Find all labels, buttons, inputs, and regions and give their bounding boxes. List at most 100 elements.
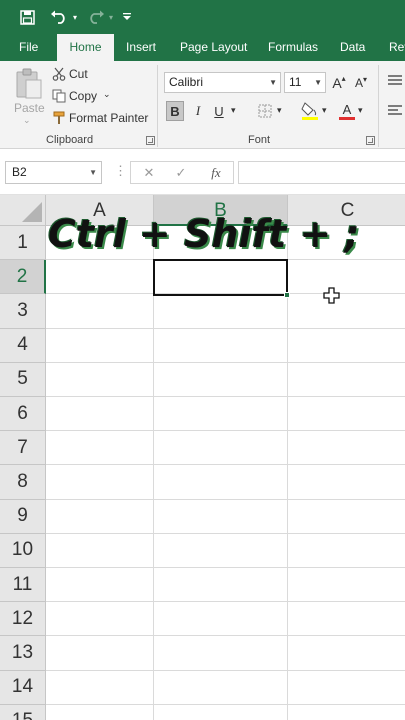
row-header-13[interactable]: 13 — [0, 636, 46, 671]
row-header-7[interactable]: 7 — [0, 431, 46, 466]
row-header-9[interactable]: 9 — [0, 499, 46, 534]
cell-b5[interactable] — [154, 362, 288, 397]
font-family-select[interactable]: Calibri ▼ — [164, 72, 281, 93]
row-header-12[interactable]: 12 — [0, 602, 46, 637]
cell-c9[interactable] — [288, 500, 405, 534]
cell-a3[interactable] — [46, 294, 154, 329]
cell-b3[interactable] — [154, 294, 288, 329]
tab-insert[interactable]: Insert — [126, 34, 156, 61]
row-header-10[interactable]: 10 — [0, 533, 46, 568]
row-header-2[interactable]: 2 — [0, 260, 46, 295]
row-header-15[interactable]: 15 — [0, 704, 46, 720]
name-box[interactable]: B2 ▼ — [5, 161, 102, 184]
grow-font-button[interactable]: A ▴ — [330, 72, 348, 93]
cancel-icon[interactable]: ✕ — [136, 162, 162, 183]
cell-b6[interactable] — [154, 397, 288, 432]
cell-b13[interactable] — [154, 636, 288, 671]
row-header-3[interactable]: 3 — [0, 294, 46, 329]
bold-button[interactable]: B — [166, 101, 184, 121]
cell-a4[interactable] — [46, 328, 154, 363]
undo-dropdown-icon[interactable]: ▾ — [70, 0, 80, 34]
cell-c6[interactable] — [288, 397, 405, 432]
paste-label[interactable]: Paste — [14, 101, 45, 115]
cell-a9[interactable] — [46, 499, 154, 534]
cell-a7[interactable] — [46, 431, 154, 466]
tab-review[interactable]: Rev — [389, 34, 405, 61]
row-header-1[interactable]: 1 — [0, 226, 46, 261]
select-all-button[interactable] — [0, 195, 46, 226]
cell-b9[interactable] — [154, 499, 288, 534]
font-color-dropdown-icon[interactable]: ▾ — [358, 105, 363, 116]
shrink-font-button[interactable]: A ▾ — [352, 72, 370, 93]
cell-b14[interactable] — [154, 670, 288, 705]
copy-dropdown-icon[interactable]: ⌄ — [103, 89, 111, 100]
redo-dropdown-icon[interactable]: ▾ — [106, 0, 116, 34]
fill-handle[interactable] — [284, 292, 290, 298]
cell-b15[interactable] — [154, 704, 288, 720]
cell-a5[interactable] — [46, 362, 154, 397]
tab-file[interactable]: File — [19, 34, 38, 61]
cell-b4[interactable] — [154, 328, 288, 363]
formula-input[interactable] — [238, 161, 405, 184]
paste-icon[interactable] — [11, 67, 45, 101]
redo-icon[interactable] — [84, 0, 108, 34]
cell-a13[interactable] — [46, 636, 154, 671]
copy-icon[interactable] — [51, 88, 67, 104]
worksheet-grid[interactable]: A B C 123456789101112131415 — [0, 195, 405, 720]
undo-icon[interactable] — [46, 0, 72, 34]
cell-c3[interactable] — [288, 294, 405, 329]
font-color-button[interactable]: A — [338, 100, 356, 122]
cell-b11[interactable] — [154, 568, 288, 603]
tab-home[interactable]: Home — [57, 34, 114, 62]
row-header-5[interactable]: 5 — [0, 362, 46, 397]
cell-c2[interactable] — [288, 260, 405, 295]
cell-b8[interactable] — [154, 465, 288, 500]
enter-icon[interactable]: ✓ — [168, 162, 194, 183]
italic-button[interactable]: I — [190, 101, 206, 121]
cell-a8[interactable] — [46, 465, 154, 500]
borders-icon[interactable] — [256, 102, 274, 120]
font-launcher-icon[interactable] — [366, 136, 375, 145]
font-size-select[interactable]: 11 ▼ — [284, 72, 326, 93]
underline-dropdown-icon[interactable]: ▾ — [231, 105, 236, 116]
align-left-icon[interactable] — [386, 102, 404, 120]
row-header-6[interactable]: 6 — [0, 397, 46, 432]
cell-b12[interactable] — [154, 602, 288, 637]
cell-c12[interactable] — [288, 602, 405, 637]
format-painter-icon[interactable] — [51, 110, 67, 126]
clipboard-launcher-icon[interactable] — [146, 136, 155, 145]
save-icon[interactable] — [16, 0, 38, 34]
cell-c14[interactable] — [288, 671, 405, 705]
cut-icon[interactable] — [51, 66, 67, 82]
cell-a2[interactable] — [46, 260, 154, 295]
cell-c5[interactable] — [288, 363, 405, 397]
cell-a10[interactable] — [46, 533, 154, 568]
active-cell-b2[interactable] — [153, 259, 288, 296]
tab-page-layout[interactable]: Page Layout — [180, 34, 247, 61]
row-header-14[interactable]: 14 — [0, 670, 46, 705]
row-header-8[interactable]: 8 — [0, 465, 46, 500]
insert-function-icon[interactable]: fx — [203, 162, 229, 183]
cut-label[interactable]: Cut — [69, 67, 88, 81]
cell-c11[interactable] — [288, 568, 405, 603]
cell-b7[interactable] — [154, 431, 288, 466]
fill-color-icon[interactable] — [300, 100, 320, 122]
paste-dropdown-icon[interactable]: ⌄ — [23, 115, 31, 126]
more-options-icon[interactable]: ⋮ — [114, 163, 127, 179]
cell-a15[interactable] — [46, 704, 154, 720]
fill-color-dropdown-icon[interactable]: ▾ — [322, 105, 327, 116]
cell-c10[interactable] — [288, 534, 405, 568]
align-top-icon[interactable] — [386, 72, 404, 90]
tab-formulas[interactable]: Formulas — [268, 34, 318, 61]
borders-dropdown-icon[interactable]: ▾ — [277, 105, 282, 116]
cell-c15[interactable] — [288, 705, 405, 720]
cell-a14[interactable] — [46, 670, 154, 705]
customize-toolbar-icon[interactable] — [120, 0, 134, 34]
tab-data[interactable]: Data — [340, 34, 365, 61]
cell-a6[interactable] — [46, 397, 154, 432]
cell-c4[interactable] — [288, 329, 405, 363]
cell-a12[interactable] — [46, 602, 154, 637]
copy-label[interactable]: Copy — [69, 89, 97, 103]
row-header-11[interactable]: 11 — [0, 568, 46, 603]
cell-b10[interactable] — [154, 533, 288, 568]
